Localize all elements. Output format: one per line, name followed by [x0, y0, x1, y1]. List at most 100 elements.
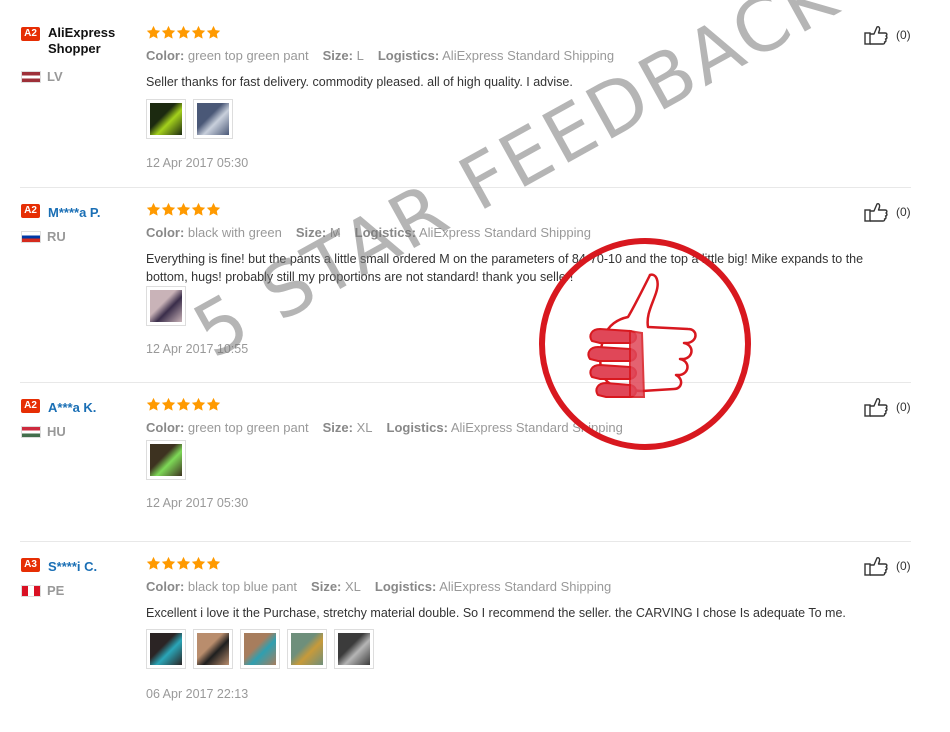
- color-label: Color:: [146, 48, 185, 63]
- review-divider: [20, 541, 911, 542]
- star-icon: [191, 202, 206, 216]
- star-icon: [161, 397, 176, 411]
- color-value: green top green pant: [187, 420, 309, 435]
- thumbs-up-icon: [864, 203, 888, 222]
- logistics-label: Logistics:: [374, 579, 437, 594]
- star-icon: [146, 202, 161, 216]
- review-photo-thumbnail[interactable]: [240, 629, 280, 669]
- country-code: LV: [47, 69, 63, 84]
- color-label: Color:: [146, 579, 185, 594]
- size-label: Size:: [295, 225, 327, 240]
- helpful-button[interactable]: (0): [864, 397, 911, 417]
- star-icon: [176, 25, 191, 39]
- review-photo-thumbnail[interactable]: [146, 629, 186, 669]
- color-label: Color:: [146, 225, 185, 240]
- country-code: PE: [47, 583, 65, 598]
- review-photo-thumbnail[interactable]: [287, 629, 327, 669]
- star-icon: [176, 202, 191, 216]
- review-photo-thumbnail[interactable]: [146, 440, 186, 480]
- logistics-label: Logistics:: [354, 225, 417, 240]
- star-rating: [146, 397, 221, 412]
- country-flag-icon: [21, 71, 41, 83]
- star-rating: [146, 25, 221, 40]
- star-icon: [206, 556, 221, 570]
- country-code: RU: [47, 229, 66, 244]
- review-date: 12 Apr 2017 05:30: [146, 156, 249, 170]
- helpful-button[interactable]: (0): [864, 25, 911, 45]
- star-icon: [206, 202, 221, 216]
- review-text: Seller thanks for fast delivery. commodi…: [146, 75, 573, 89]
- size-label: Size:: [322, 420, 353, 435]
- star-icon: [191, 397, 206, 411]
- review-photo-thumbnail[interactable]: [193, 99, 233, 139]
- country-flag-icon: [21, 231, 41, 243]
- reviewer-name: AliExpress Shopper: [48, 25, 116, 56]
- review-photo-thumbnail[interactable]: [146, 99, 186, 139]
- review-photo-thumbnail[interactable]: [146, 286, 186, 326]
- thumbs-up-icon: [864, 557, 888, 576]
- review-photos: [146, 629, 374, 669]
- star-rating: [146, 202, 221, 217]
- review-text: Excellent i love it the Purchase, stretc…: [146, 606, 846, 620]
- thumbs-up-icon: [864, 398, 888, 417]
- thumbs-up-icon: [864, 26, 888, 45]
- review-date: 12 Apr 2017 05:30: [146, 496, 249, 510]
- star-icon: [176, 397, 191, 411]
- review-date: 12 Apr 2017 10:55: [146, 342, 249, 356]
- size-label: Size:: [311, 579, 342, 594]
- review-text: Everything is fine! but the pants a litt…: [146, 252, 864, 284]
- star-icon: [206, 25, 221, 39]
- buyer-level-badge: A3: [21, 558, 40, 572]
- order-info: Color: green top green pant Size: L Logist…: [146, 48, 614, 63]
- helpful-count: (0): [896, 400, 911, 414]
- review-photos: [146, 440, 186, 480]
- size-value: M: [329, 225, 341, 240]
- star-icon: [161, 556, 176, 570]
- logistics-value: AliExpress Standard Shipping: [439, 579, 612, 594]
- logistics-value: AliExpress Standard Shipping: [450, 420, 623, 435]
- size-label: Size:: [322, 48, 353, 63]
- star-icon: [161, 202, 176, 216]
- buyer-level-badge: A2: [21, 27, 40, 41]
- buyer-level-badge: A2: [21, 204, 40, 218]
- size-value: L: [356, 48, 364, 63]
- buyer-level-badge: A2: [21, 399, 40, 413]
- review-photo-thumbnail[interactable]: [193, 629, 233, 669]
- order-info: Color: green top green pant Size: XL Logis…: [146, 420, 623, 435]
- helpful-button[interactable]: (0): [864, 202, 911, 222]
- helpful-count: (0): [896, 28, 911, 42]
- reviewer-name[interactable]: A***a K.: [48, 400, 96, 416]
- color-value: black top blue pant: [187, 579, 298, 594]
- star-icon: [161, 25, 176, 39]
- size-value: XL: [345, 579, 361, 594]
- review-divider: [20, 382, 911, 383]
- star-icon: [146, 397, 161, 411]
- color-label: Color:: [146, 420, 185, 435]
- country-flag-icon: [21, 426, 41, 438]
- star-icon: [191, 25, 206, 39]
- country-flag-icon: [21, 585, 41, 597]
- star-icon: [146, 556, 161, 570]
- review-photo-thumbnail[interactable]: [334, 629, 374, 669]
- star-icon: [206, 397, 221, 411]
- logistics-value: AliExpress Standard Shipping: [418, 225, 591, 240]
- size-value: XL: [356, 420, 373, 435]
- reviewer-name[interactable]: S****i C.: [48, 559, 97, 575]
- star-rating: [146, 556, 221, 571]
- star-icon: [176, 556, 191, 570]
- order-info: Color: black with green Size: M Logistics:…: [146, 225, 591, 240]
- review-photos: [146, 286, 186, 326]
- review-date: 06 Apr 2017 22:13: [146, 687, 249, 701]
- helpful-button[interactable]: (0): [864, 556, 911, 576]
- order-info: Color: black top blue pant Size: XL Logist…: [146, 579, 611, 594]
- logistics-label: Logistics:: [386, 420, 448, 435]
- color-value: black with green: [187, 225, 282, 240]
- logistics-label: Logistics:: [377, 48, 440, 63]
- country-code: HU: [47, 424, 66, 439]
- helpful-count: (0): [896, 205, 911, 219]
- logistics-value: AliExpress Standard Shipping: [442, 48, 615, 63]
- reviewer-name[interactable]: M****a P.: [48, 205, 101, 221]
- review-divider: [20, 187, 911, 188]
- star-icon: [146, 25, 161, 39]
- review-photos: [146, 99, 233, 139]
